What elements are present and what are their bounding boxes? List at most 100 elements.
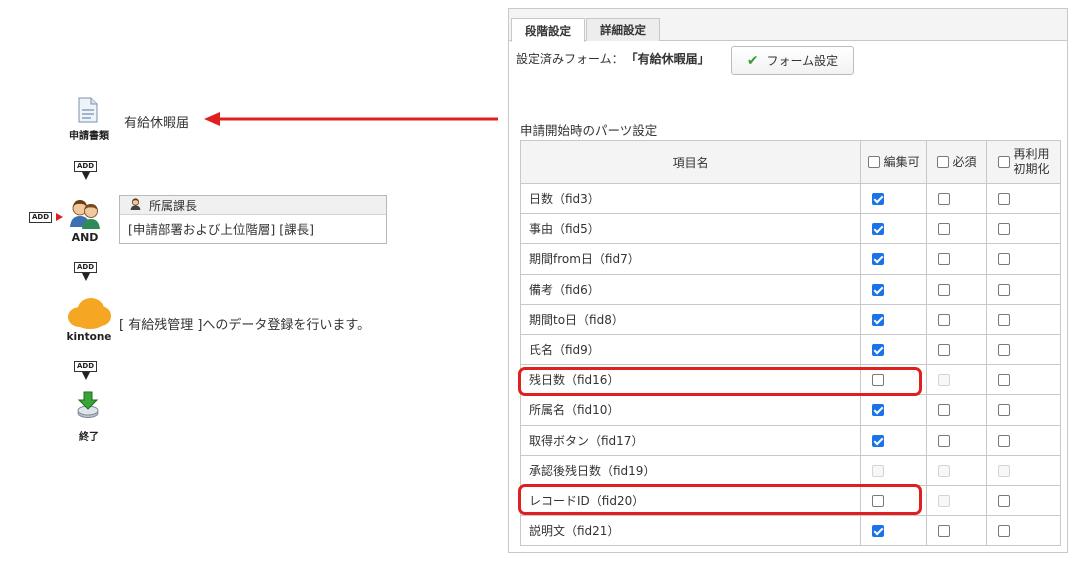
reuse-checkbox[interactable] (998, 494, 1011, 507)
editable-checkbox[interactable] (872, 313, 885, 326)
table-row: 日数（fid3） (519, 182, 1061, 215)
reuse-checkbox[interactable] (998, 223, 1011, 236)
editable-checkbox[interactable] (872, 404, 885, 417)
editable-cell (860, 424, 928, 456)
down-arrow-icon (82, 172, 90, 180)
reuse-checkbox[interactable] (998, 253, 1011, 266)
editable-cell (860, 213, 928, 245)
editable-checkbox[interactable] (872, 434, 885, 447)
right-arrow-icon (56, 213, 63, 221)
form-settings-button[interactable]: ✔ フォーム設定 (731, 46, 854, 75)
required-checkbox[interactable] (938, 283, 951, 296)
required-cell (926, 394, 988, 426)
kintone-step-text[interactable]: [ 有給残管理 ]へのデータ登録を行います。 (119, 314, 370, 333)
required-cell (926, 182, 988, 215)
editable-checkbox[interactable] (872, 344, 885, 357)
step-settings-panel: 段階設定 詳細設定 設定済みフォーム： 「有給休暇届」 ✔ フォーム設定 申請開… (508, 8, 1068, 553)
table-row: 氏名（fid9） (519, 333, 1061, 366)
required-checkbox[interactable] (938, 223, 951, 236)
end-step-label: 終了 (79, 432, 99, 443)
reuse-header-label: 再利用 (1013, 147, 1050, 161)
column-header-editable: 編集可 (860, 140, 928, 184)
approver-detail: [申請部署および上位階層] [課長] (128, 222, 314, 237)
table-header-row: 項目名 編集可 必須 再利用 初期化 (519, 140, 1061, 184)
editable-cell (860, 394, 928, 426)
editable-cell (860, 454, 928, 486)
start-form-name[interactable]: 有給休暇届 (124, 112, 189, 131)
finish-download-icon (76, 391, 100, 423)
reuse-checkbox (998, 464, 1011, 477)
required-cell (926, 333, 988, 366)
check-icon: ✔ (746, 52, 759, 69)
add-step-button[interactable]: ADD (74, 361, 98, 372)
select-all-required-checkbox[interactable] (936, 155, 949, 168)
reuse-checkbox[interactable] (998, 193, 1011, 206)
reuse-checkbox[interactable] (998, 525, 1011, 538)
editable-header-label: 編集可 (883, 155, 920, 170)
editable-checkbox (872, 464, 885, 477)
required-checkbox (938, 464, 951, 477)
tab-detail-settings[interactable]: 詳細設定 (586, 18, 660, 41)
part-name-cell: 所属名（fid10） (519, 394, 862, 426)
required-cell (926, 454, 988, 486)
required-checkbox[interactable] (938, 253, 951, 266)
part-name-cell: 日数（fid3） (519, 182, 862, 215)
kintone-cloud-icon (66, 296, 112, 334)
select-all-editable-checkbox[interactable] (867, 155, 880, 168)
required-header-label: 必須 (952, 155, 977, 170)
table-row: 期間from日（fid7） (519, 243, 1061, 275)
reuse-checkbox[interactable] (998, 283, 1011, 296)
editable-checkbox[interactable] (872, 193, 885, 206)
reuse-checkbox[interactable] (998, 404, 1011, 417)
reuse-checkbox[interactable] (998, 344, 1011, 357)
kintone-label: kintone (66, 331, 112, 343)
reuse-cell (986, 243, 1061, 275)
required-cell (926, 484, 988, 517)
required-cell (926, 515, 988, 547)
required-checkbox[interactable] (938, 525, 951, 538)
reuse-cell (986, 182, 1061, 215)
approval-mode-label: AND (71, 231, 99, 244)
editable-checkbox[interactable] (872, 283, 885, 296)
table-row: 事由（fid5） (519, 213, 1061, 245)
reuse-checkbox[interactable] (998, 434, 1011, 447)
approver-card[interactable]: 所属課長 [申請部署および上位階層] [課長] (119, 195, 387, 244)
required-checkbox[interactable] (938, 313, 951, 326)
table-row: 説明文（fid21） (519, 515, 1061, 547)
required-checkbox[interactable] (938, 434, 951, 447)
part-name-cell: 承認後残日数（fid19） (519, 454, 862, 486)
part-name-cell: 期間from日（fid7） (519, 243, 862, 275)
add-step-button[interactable]: ADD (74, 262, 98, 273)
add-step-button[interactable]: ADD (74, 161, 98, 172)
add-branch-button[interactable]: ADD (29, 212, 53, 223)
reuse-checkbox[interactable] (998, 313, 1011, 326)
form-setting-line: 設定済みフォーム： 「有給休暇届」 (516, 50, 710, 67)
editable-checkbox[interactable] (872, 525, 885, 538)
part-name-cell: 取得ボタン（fid17） (519, 424, 862, 456)
approver-card-header: 所属課長 (120, 196, 386, 215)
required-cell (926, 243, 988, 275)
settings-tabs: 段階設定 詳細設定 (509, 9, 1067, 42)
required-checkbox[interactable] (938, 344, 951, 357)
required-cell (926, 364, 988, 396)
down-arrow-icon (82, 273, 90, 281)
form-setting-prefix: 設定済みフォーム： (516, 52, 624, 66)
reuse-checkbox[interactable] (998, 374, 1011, 387)
column-header-name: 項目名 (519, 140, 862, 184)
reuse-cell (986, 273, 1061, 305)
part-name-cell: 氏名（fid9） (519, 333, 862, 366)
form-setting-name: 「有給休暇届」 (625, 52, 710, 66)
start-step-label: 申請書類 (69, 131, 109, 142)
document-icon (78, 97, 98, 127)
required-checkbox[interactable] (938, 193, 951, 206)
editable-checkbox[interactable] (872, 223, 885, 236)
editable-checkbox[interactable] (872, 253, 885, 266)
form-settings-button-label: フォーム設定 (766, 54, 839, 68)
tab-step-settings[interactable]: 段階設定 (511, 18, 585, 42)
reuse-cell (986, 333, 1061, 366)
required-checkbox[interactable] (938, 404, 951, 417)
select-all-reuse-checkbox[interactable] (997, 156, 1010, 168)
editable-cell (860, 243, 928, 275)
editable-cell (860, 303, 928, 335)
reuse-cell (986, 364, 1061, 396)
